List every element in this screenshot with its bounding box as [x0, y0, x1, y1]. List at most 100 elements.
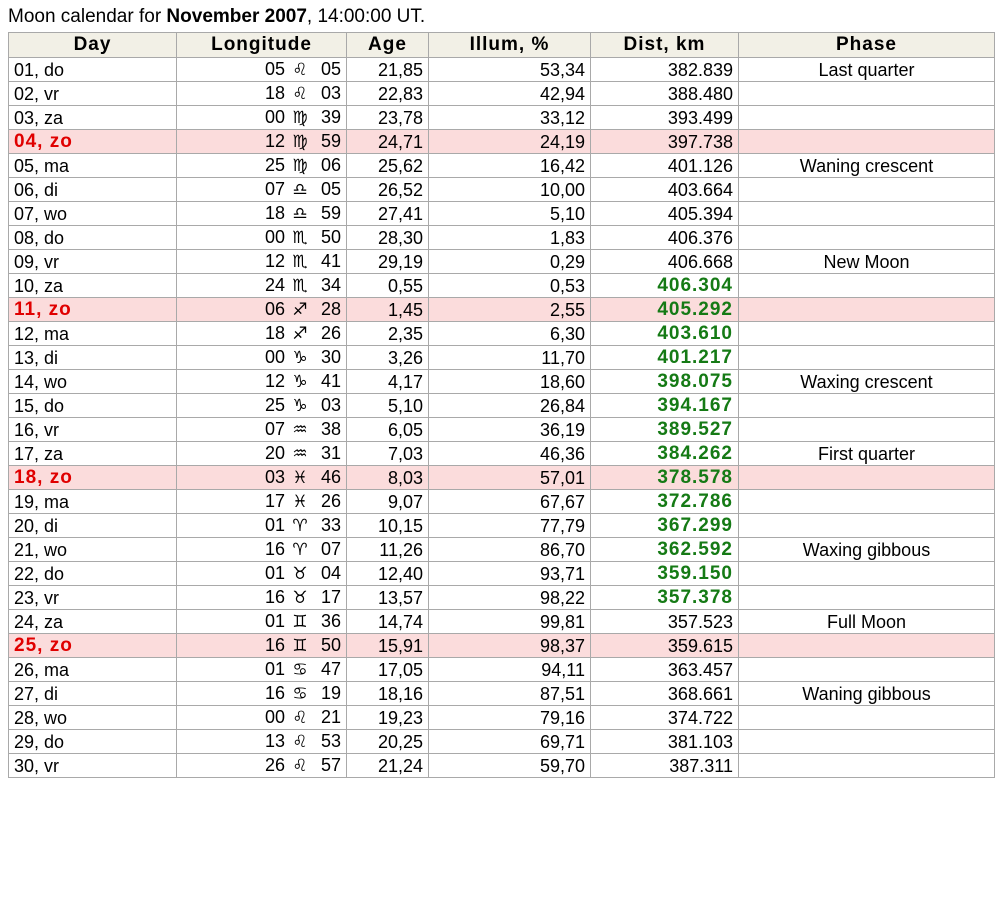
illum-cell: 53,34	[428, 57, 591, 82]
age-cell: 25,62	[346, 153, 429, 178]
zodiac-sign-icon: ♐	[292, 324, 308, 344]
phase-cell	[738, 105, 995, 130]
age-cell: 21,24	[346, 753, 429, 778]
longitude-degrees: 03	[264, 467, 285, 487]
header-age: Age	[346, 32, 429, 58]
table-row: 05, ma 25 ♍ 06 25,62 16,42 401.126 Waning cresc…	[8, 153, 995, 178]
longitude-degrees: 18	[264, 203, 285, 223]
longitude-cell: 16 ♋ 19	[176, 681, 347, 706]
distance-cell: 357.523	[590, 609, 739, 634]
zodiac-sign-icon: ♉	[292, 564, 308, 584]
illum-cell: 94,11	[428, 657, 591, 682]
illum-cell: 5,10	[428, 201, 591, 226]
longitude-cell: 26 ♌ 57	[176, 753, 347, 778]
phase-cell	[738, 633, 995, 658]
illum-cell: 99,81	[428, 609, 591, 634]
longitude-cell: 13 ♌ 53	[176, 729, 347, 754]
longitude-degrees: 01	[264, 659, 285, 679]
zodiac-sign-icon: ♌	[292, 84, 308, 104]
day-cell: 26, ma	[8, 657, 177, 682]
illum-cell: 67,67	[428, 489, 591, 514]
phase-cell	[738, 225, 995, 250]
longitude-minutes: 26	[320, 323, 341, 343]
distance-cell: 384.262	[590, 441, 739, 466]
distance-cell: 381.103	[590, 729, 739, 754]
longitude-degrees: 07	[264, 179, 285, 199]
table-row: 28, wo 00 ♌ 21 19,23 79,16 374.722	[8, 705, 995, 730]
table-row: 21, wo 16 ♈ 07 11,26 86,70 362.592 Waxing gibbo…	[8, 537, 995, 562]
day-cell: 12, ma	[8, 321, 177, 346]
distance-cell: 398.075	[590, 369, 739, 394]
day-cell: 30, vr	[8, 753, 177, 778]
distance-cell: 363.457	[590, 657, 739, 682]
age-cell: 29,19	[346, 249, 429, 274]
table-row: 14, wo 12 ♑ 41 4,17 18,60 398.075 Waxing cresce…	[8, 369, 995, 394]
phase-cell	[738, 297, 995, 322]
table-row: 30, vr 26 ♌ 57 21,24 59,70 387.311	[8, 753, 995, 778]
longitude-minutes: 30	[320, 347, 341, 367]
longitude-degrees: 24	[264, 275, 285, 295]
zodiac-sign-icon: ♋	[292, 684, 308, 704]
day-cell: 11, zo	[8, 297, 177, 322]
longitude-degrees: 16	[264, 587, 285, 607]
longitude-degrees: 12	[264, 251, 285, 271]
distance-cell: 357.378	[590, 585, 739, 610]
longitude-minutes: 19	[320, 683, 341, 703]
table-row: 17, za 20 ♒ 31 7,03 46,36 384.262 First quarter	[8, 441, 995, 466]
longitude-minutes: 36	[320, 611, 341, 631]
longitude-cell: 07 ♒ 38	[176, 417, 347, 442]
age-cell: 17,05	[346, 657, 429, 682]
zodiac-sign-icon: ♈	[292, 516, 308, 536]
zodiac-sign-icon: ♓	[292, 468, 308, 488]
illum-cell: 98,22	[428, 585, 591, 610]
age-cell: 20,25	[346, 729, 429, 754]
longitude-minutes: 04	[320, 563, 341, 583]
day-cell: 23, vr	[8, 585, 177, 610]
age-cell: 4,17	[346, 369, 429, 394]
day-cell: 17, za	[8, 441, 177, 466]
age-cell: 13,57	[346, 585, 429, 610]
phase-cell: New Moon	[738, 249, 995, 274]
table-row: 11, zo 06 ♐ 28 1,45 2,55 405.292	[8, 297, 995, 322]
table-row: 10, za 24 ♏ 34 0,55 0,53 406.304	[8, 273, 995, 298]
longitude-cell: 12 ♑ 41	[176, 369, 347, 394]
header-day: Day	[8, 32, 177, 58]
phase-cell	[738, 657, 995, 682]
table-row: 19, ma 17 ♓ 26 9,07 67,67 372.786	[8, 489, 995, 514]
zodiac-sign-icon: ♊	[292, 636, 308, 656]
illum-cell: 6,30	[428, 321, 591, 346]
illum-cell: 42,94	[428, 81, 591, 106]
phase-cell: Last quarter	[738, 57, 995, 82]
table-row: 15, do 25 ♑ 03 5,10 26,84 394.167	[8, 393, 995, 418]
zodiac-sign-icon: ♍	[292, 108, 308, 128]
illum-cell: 98,37	[428, 633, 591, 658]
longitude-cell: 18 ♐ 26	[176, 321, 347, 346]
distance-cell: 368.661	[590, 681, 739, 706]
longitude-minutes: 50	[320, 227, 341, 247]
phase-cell: Waxing gibbous	[738, 537, 995, 562]
day-cell: 08, do	[8, 225, 177, 250]
illum-cell: 87,51	[428, 681, 591, 706]
distance-cell: 382.839	[590, 57, 739, 82]
phase-cell: Full Moon	[738, 609, 995, 634]
longitude-minutes: 50	[320, 635, 341, 655]
distance-cell: 362.592	[590, 537, 739, 562]
distance-cell: 397.738	[590, 129, 739, 154]
moon-calendar-table: Day Longitude Age Illum, % Dist, km Phas…	[8, 32, 995, 778]
zodiac-sign-icon: ♉	[292, 588, 308, 608]
age-cell: 5,10	[346, 393, 429, 418]
longitude-degrees: 12	[264, 371, 285, 391]
age-cell: 27,41	[346, 201, 429, 226]
table-row: 03, za 00 ♍ 39 23,78 33,12 393.499	[8, 105, 995, 130]
longitude-cell: 25 ♑ 03	[176, 393, 347, 418]
age-cell: 26,52	[346, 177, 429, 202]
illum-cell: 93,71	[428, 561, 591, 586]
phase-cell	[738, 729, 995, 754]
longitude-cell: 01 ♉ 04	[176, 561, 347, 586]
zodiac-sign-icon: ♎	[292, 180, 308, 200]
zodiac-sign-icon: ♋	[292, 660, 308, 680]
longitude-degrees: 13	[264, 731, 285, 751]
table-row: 12, ma 18 ♐ 26 2,35 6,30 403.610	[8, 321, 995, 346]
day-cell: 16, vr	[8, 417, 177, 442]
age-cell: 21,85	[346, 57, 429, 82]
